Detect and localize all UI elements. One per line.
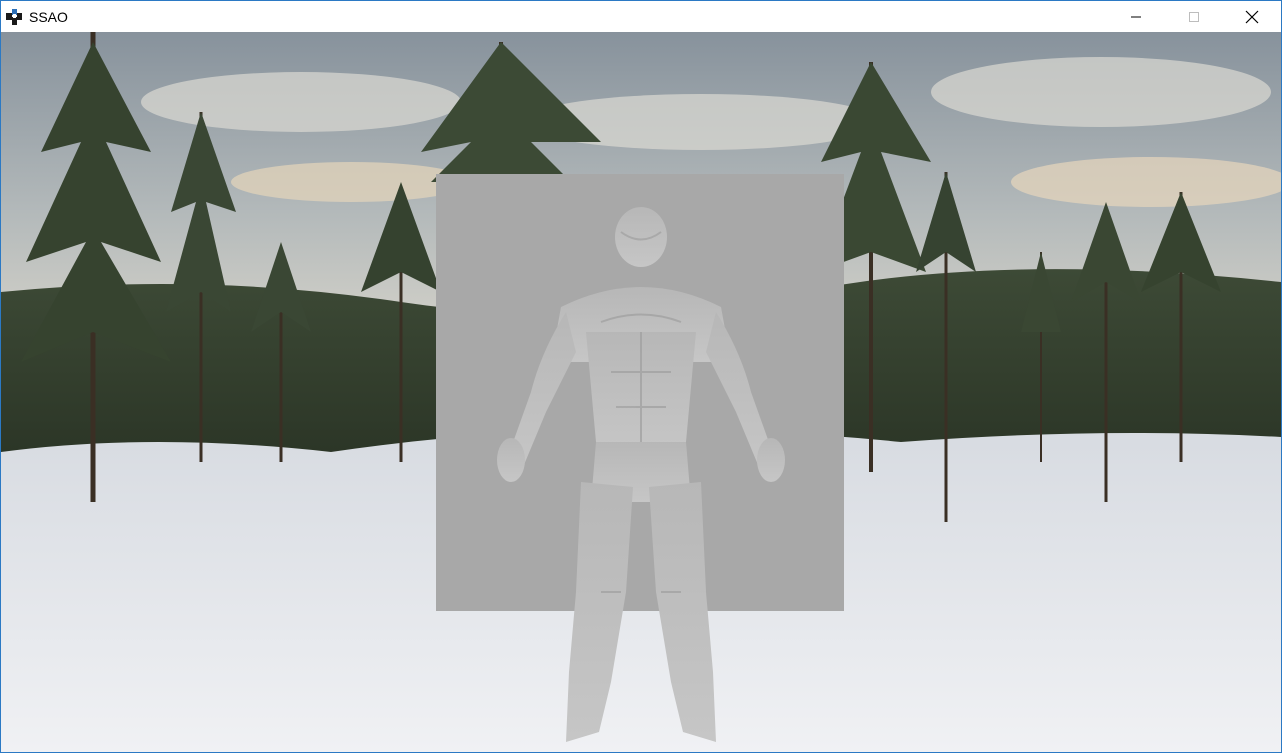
maximize-button[interactable] xyxy=(1165,1,1223,32)
close-button[interactable] xyxy=(1223,1,1281,32)
render-viewport[interactable] xyxy=(1,32,1281,752)
app-cube-icon xyxy=(5,8,23,26)
minimize-button[interactable] xyxy=(1107,1,1165,32)
app-window: SSAO xyxy=(0,0,1282,753)
skybox-snow-forest xyxy=(1,32,1281,752)
window-title: SSAO xyxy=(29,8,68,25)
maximize-icon xyxy=(1189,11,1199,22)
close-icon xyxy=(1245,10,1259,23)
title-bar[interactable]: SSAO xyxy=(1,1,1281,32)
minimize-icon xyxy=(1131,16,1141,17)
